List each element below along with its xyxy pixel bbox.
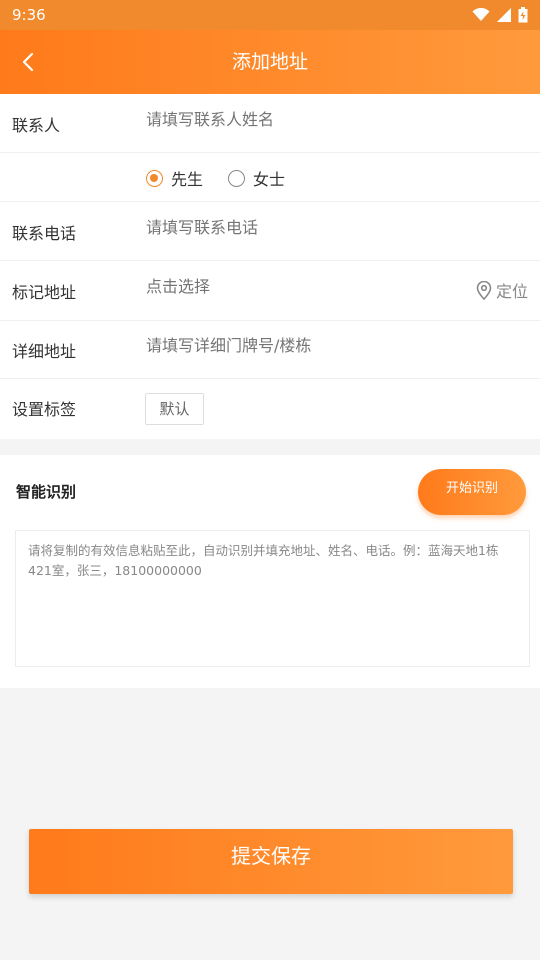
gender-option-female[interactable]: 女士	[228, 166, 285, 190]
paste-textarea[interactable]: 请将复制的有效信息粘贴至此，自动识别并填充地址、姓名、电话。例：蓝海天地1栋42…	[15, 530, 530, 667]
mark-address-row: 标记地址 定位	[0, 261, 540, 321]
locate-button[interactable]: 定位	[476, 278, 528, 302]
status-bar: 9:36	[0, 0, 540, 30]
battery-icon	[518, 7, 528, 23]
signal-icon	[497, 8, 511, 22]
detail-address-input[interactable]	[146, 336, 516, 355]
contact-label: 联系人	[12, 116, 61, 135]
detail-address-row: 详细地址	[0, 321, 540, 379]
gender-option-male[interactable]: 先生	[146, 166, 203, 190]
submit-save-button[interactable]: 提交保存	[29, 829, 513, 894]
gender-row: 先生 女士	[0, 153, 540, 202]
start-recognition-button[interactable]: 开始识别	[418, 469, 526, 515]
page-title: 添加地址	[231, 51, 308, 73]
smart-recognition-title: 智能识别	[16, 483, 77, 501]
address-form: 联系人 先生 女士 联系电话 标记地址 定位 详细地址 设置标签 默认	[0, 94, 540, 439]
radio-unchecked-icon	[228, 169, 245, 187]
location-pin-icon	[476, 280, 492, 300]
status-icons	[472, 7, 528, 23]
contact-input[interactable]	[146, 110, 516, 129]
mark-address-input[interactable]	[146, 277, 446, 296]
mark-address-label: 标记地址	[12, 283, 77, 302]
gender-male-label: 先生	[171, 170, 204, 189]
contact-row: 联系人	[0, 94, 540, 153]
wifi-icon	[472, 8, 490, 21]
tag-label: 设置标签	[12, 400, 77, 419]
app-bar: 添加地址	[0, 30, 540, 94]
phone-row: 联系电话	[0, 202, 540, 261]
status-time: 9:36	[12, 6, 46, 24]
smart-recognition-section: 智能识别 开始识别 请将复制的有效信息粘贴至此，自动识别并填充地址、姓名、电话。…	[0, 455, 540, 688]
locate-label: 定位	[495, 282, 528, 301]
radio-checked-icon	[146, 169, 163, 187]
phone-label: 联系电话	[12, 224, 77, 243]
gender-female-label: 女士	[253, 170, 286, 189]
phone-input[interactable]	[146, 218, 516, 237]
detail-address-label: 详细地址	[12, 342, 77, 361]
tag-chip-default[interactable]: 默认	[145, 393, 204, 425]
